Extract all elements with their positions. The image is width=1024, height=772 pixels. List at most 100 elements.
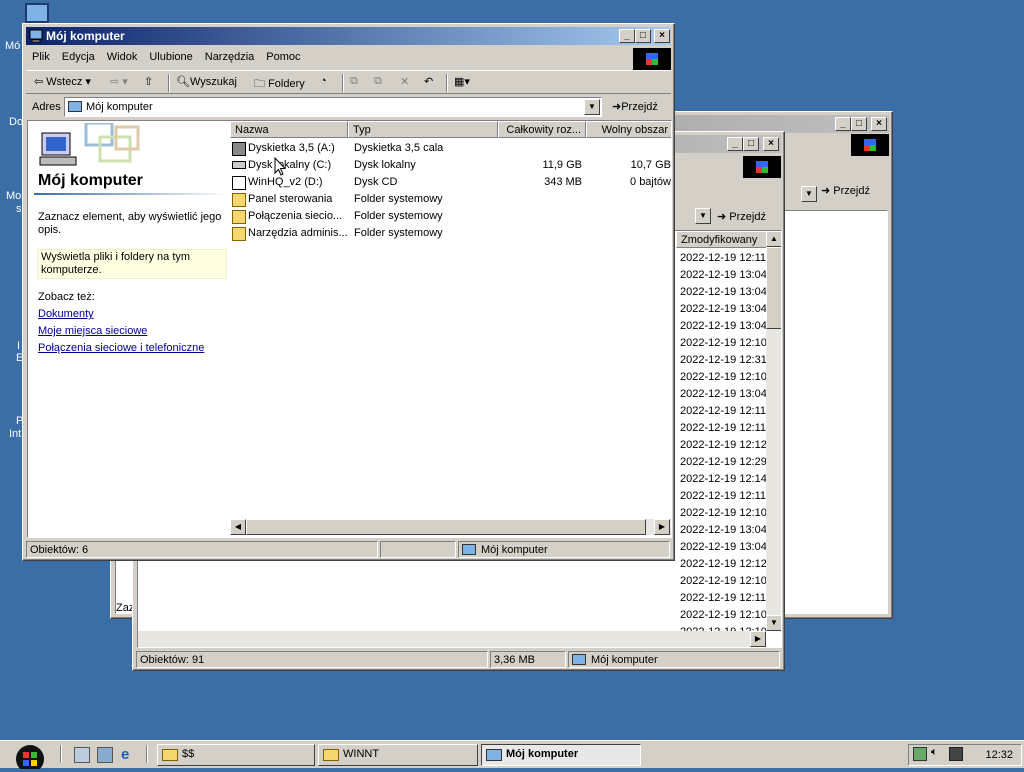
- address-go-button[interactable]: ➜ Przejdź: [717, 210, 766, 223]
- delete-button[interactable]: ✕: [400, 75, 409, 88]
- menu-edit[interactable]: Edycja: [56, 48, 101, 66]
- monitor-tray-icon[interactable]: [949, 747, 963, 761]
- horizontal-scrollbar[interactable]: ◀ ▶: [230, 519, 671, 535]
- link-network-places[interactable]: Moje miejsca sieciowe: [38, 325, 147, 337]
- minimize-button[interactable]: _: [835, 117, 851, 131]
- history-button[interactable]: ◔: [320, 75, 327, 87]
- menu-file[interactable]: Plik: [26, 48, 56, 66]
- list-item[interactable]: Panel sterowania Folder systemowy: [230, 191, 671, 208]
- scroll-right-button[interactable]: ▶: [750, 631, 766, 647]
- up-folder-button[interactable]: ⇧: [144, 75, 153, 88]
- copy-to-button[interactable]: ⧉: [374, 75, 382, 88]
- modified-date: 2022-12-19 13:04: [680, 269, 766, 281]
- clock[interactable]: 12:32: [985, 749, 1013, 761]
- close-button[interactable]: ×: [763, 137, 779, 151]
- views-button[interactable]: ▦▾: [454, 75, 470, 88]
- minimize-button[interactable]: _: [727, 137, 743, 151]
- status-location: Mój komputer: [458, 541, 670, 558]
- modified-date: 2022-12-19 13:04: [680, 320, 766, 332]
- undo-button[interactable]: ↶: [424, 75, 433, 88]
- list-item[interactable]: Połączenia siecio... Folder systemowy: [230, 208, 671, 225]
- list-item[interactable]: WinHQ_v2 (D:) Dysk CD 343 MB 0 bajtów: [230, 174, 671, 191]
- show-desktop-icon[interactable]: [74, 747, 90, 763]
- scroll-right-button[interactable]: ▶: [654, 519, 670, 535]
- scroll-down-button[interactable]: ▼: [766, 615, 781, 631]
- desktop-icon-my-computer[interactable]: [25, 3, 49, 23]
- content-area: Mój komputer Zaznacz element, aby wyświe…: [27, 120, 672, 538]
- column-header-modified[interactable]: Zmodyfikowany: [676, 231, 768, 248]
- status-location: Mój komputer: [568, 651, 780, 668]
- network-tray-icon[interactable]: [913, 747, 927, 761]
- menu-favorites[interactable]: Ulubione: [143, 48, 198, 66]
- file-list[interactable]: Nazwa Typ Całkowity roz... Wolny obszar …: [230, 121, 671, 537]
- modified-date: 2022-12-19 12:11: [680, 592, 766, 604]
- task-button-my-computer[interactable]: Mój komputer: [481, 744, 641, 766]
- link-documents[interactable]: Dokumenty: [38, 308, 94, 320]
- status-objects: Obiektów: 91: [136, 651, 488, 668]
- list-item[interactable]: Dysk lokalny (C:) Dysk lokalny 11,9 GB 10,7…: [230, 157, 671, 174]
- maximize-button[interactable]: □: [635, 29, 651, 43]
- titlebar[interactable]: Mój komputer _ □ ×: [26, 27, 671, 45]
- modified-date: 2022-12-19 13:04: [680, 286, 766, 298]
- panel-heading: Mój komputer: [38, 172, 143, 189]
- modified-date: 2022-12-19 12:10: [680, 575, 766, 587]
- maximize-button[interactable]: □: [743, 137, 759, 151]
- menu-view[interactable]: Widok: [101, 48, 144, 66]
- desktop-label: Int: [9, 428, 22, 440]
- explorer-quicklaunch-icon[interactable]: [97, 747, 113, 763]
- vertical-scrollbar[interactable]: ▲ ▼: [766, 231, 781, 631]
- address-go-button[interactable]: ➜Przejdź: [612, 100, 658, 113]
- desktop-label: s: [16, 203, 22, 215]
- scroll-left-button[interactable]: ◀: [230, 519, 246, 535]
- horizontal-scrollbar[interactable]: ▶: [138, 631, 766, 647]
- folders-button[interactable]: 🗀 Foldery: [254, 75, 305, 94]
- item-type: Folder systemowy: [354, 227, 443, 239]
- go-arrow-icon: ➜: [717, 211, 727, 223]
- start-button[interactable]: [8, 741, 54, 772]
- address-dropdown-button[interactable]: ▼: [695, 208, 711, 224]
- item-type: Folder systemowy: [354, 193, 443, 205]
- system-tray: 🔈︎ 12:32: [908, 744, 1022, 766]
- item-name: Panel sterowania: [248, 193, 333, 205]
- column-header-name[interactable]: Nazwa: [230, 121, 348, 138]
- address-input[interactable]: Mój komputer ▼: [64, 97, 602, 117]
- views-icon: ▦: [454, 76, 465, 88]
- modified-date: 2022-12-19 12:10: [680, 609, 766, 621]
- address-go-button[interactable]: ➜ Przejdź: [821, 184, 870, 197]
- admin-tools-icon: [232, 227, 246, 241]
- modified-date: 2022-12-19 12:11: [680, 405, 766, 417]
- column-header-free[interactable]: Wolny obszar: [586, 121, 671, 138]
- column-header-type[interactable]: Typ: [348, 121, 498, 138]
- column-header-total[interactable]: Całkowity roz...: [498, 121, 586, 138]
- address-dropdown-button[interactable]: ▼: [584, 99, 600, 115]
- modified-date: 2022-12-19 12:12: [680, 439, 766, 451]
- menu-help[interactable]: Pomoc: [260, 48, 306, 66]
- item-name: Dyskietka 3,5 (A:): [248, 142, 335, 154]
- minimize-button[interactable]: _: [619, 29, 635, 43]
- scroll-up-button[interactable]: ▲: [766, 231, 781, 247]
- internet-explorer-icon[interactable]: e: [121, 746, 139, 764]
- close-button[interactable]: ×: [654, 29, 670, 43]
- forward-button[interactable]: ⇨ ▾: [110, 75, 128, 88]
- list-item[interactable]: Narzędzia adminis... Folder systemowy: [230, 225, 671, 242]
- list-item[interactable]: Dyskietka 3,5 (A:) Dyskietka 3,5 cala: [230, 140, 671, 157]
- menubar: Plik Edycja Widok Ulubione Narzędzia Pomoc: [26, 48, 671, 68]
- link-network-connections[interactable]: Połączenia sieciowe i telefoniczne: [38, 342, 204, 354]
- task-button-winnt[interactable]: WINNT: [318, 744, 478, 766]
- close-button[interactable]: ×: [871, 117, 887, 131]
- computer-icon: [572, 654, 586, 665]
- desktop-label: Mo: [6, 190, 22, 202]
- item-free: 10,7 GB: [630, 159, 671, 171]
- search-button[interactable]: 🔍︎Wyszukaj: [176, 75, 237, 88]
- separator: [146, 745, 148, 763]
- menu-tools[interactable]: Narzędzia: [199, 48, 261, 66]
- scroll-thumb[interactable]: [246, 519, 646, 535]
- back-button[interactable]: ⇦ Wstecz ▾: [34, 75, 91, 88]
- task-button-dollar[interactable]: $$: [157, 744, 315, 766]
- modified-date: 2022-12-19 12:11: [680, 490, 766, 502]
- volume-icon[interactable]: 🔈︎: [931, 746, 938, 759]
- address-dropdown-button[interactable]: ▼: [801, 186, 817, 202]
- move-to-button[interactable]: ⧉: [350, 75, 358, 88]
- maximize-button[interactable]: □: [851, 117, 867, 131]
- scroll-thumb[interactable]: [766, 247, 781, 329]
